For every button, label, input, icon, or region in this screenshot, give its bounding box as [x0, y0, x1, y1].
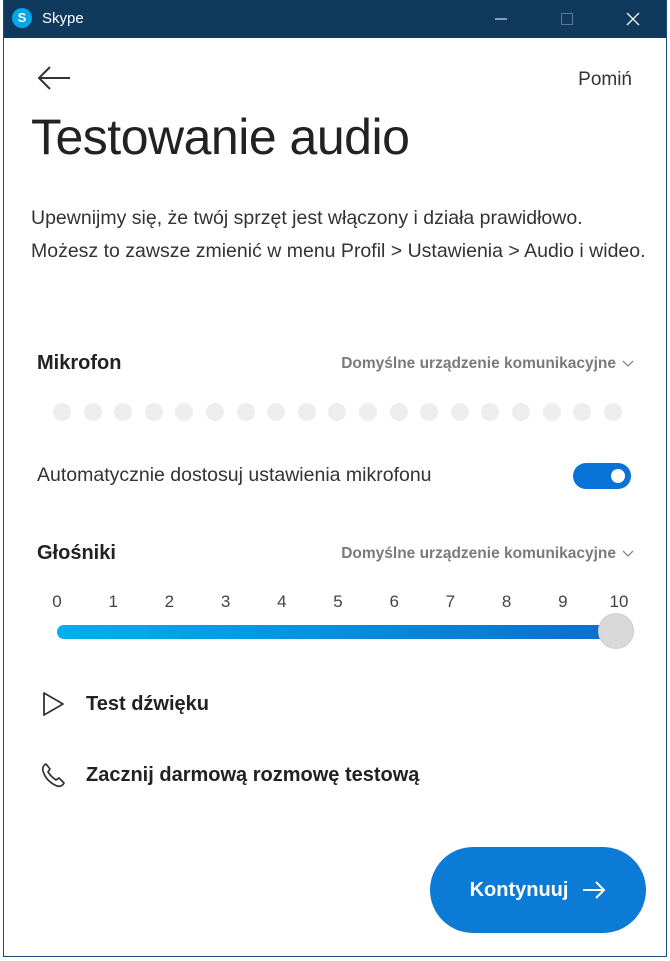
arrow-right-icon	[583, 881, 606, 899]
phone-icon	[41, 763, 65, 788]
skype-window: S Skype Pomiń Testowanie audio Upewnijmy…	[3, 0, 667, 957]
page-title: Testowanie audio	[31, 109, 410, 165]
volume-tick-label: 8	[501, 592, 512, 611]
microphone-level-meter	[53, 403, 622, 421]
speakers-label: Głośniki	[37, 542, 116, 564]
volume-tick-label: 0	[52, 592, 62, 611]
toggle-knob	[611, 469, 625, 483]
auto-adjust-label: Automatycznie dostosuj ustawienia mikrof…	[37, 464, 432, 486]
volume-tick-label: 3	[220, 592, 231, 611]
volume-slider-fill	[57, 625, 616, 639]
page-description: Upewnijmy się, że twój sprzęt jest włącz…	[31, 207, 646, 262]
chevron-down-icon	[622, 550, 634, 557]
maximize-icon	[561, 13, 573, 25]
window-title: Skype	[42, 10, 84, 27]
volume-tick-label: 5	[333, 592, 343, 611]
arrow-left-icon	[37, 66, 70, 90]
mic-level-dot	[175, 403, 194, 421]
mic-level-dot	[205, 403, 224, 421]
continue-button[interactable]: Kontynuuj	[430, 847, 646, 933]
mic-level-dot	[420, 403, 439, 421]
mic-level-dot	[389, 403, 408, 421]
skype-logo-icon: S	[12, 8, 32, 28]
volume-tick-label: 9	[558, 592, 568, 611]
close-icon	[626, 12, 640, 26]
mic-level-dot	[144, 403, 163, 421]
continue-label: Kontynuuj	[469, 878, 569, 901]
test-sound-label: Test dźwięku	[86, 692, 209, 715]
mic-level-dot	[358, 403, 377, 421]
volume-tick-label: 10	[609, 592, 629, 611]
volume-tick-label: 7	[445, 592, 456, 611]
volume-tick-label: 6	[389, 592, 399, 611]
skip-link[interactable]: Pomiń	[578, 69, 632, 91]
mic-level-dot	[267, 403, 286, 421]
mic-level-dot	[236, 403, 255, 421]
mic-level-dot	[53, 403, 71, 421]
volume-tick-label: 2	[164, 592, 175, 611]
mic-level-dot	[511, 403, 530, 421]
speakers-device-value: Domyślne urządzenie komunikacyjne	[341, 545, 616, 562]
chevron-down-icon	[622, 360, 634, 367]
volume-tick-label: 4	[277, 592, 287, 611]
play-icon	[43, 692, 64, 716]
maximize-button[interactable]	[544, 0, 590, 38]
minimize-button[interactable]	[478, 0, 524, 38]
test-call-label: Zacznij darmową rozmowę testową	[86, 763, 420, 786]
volume-tick-label: 1	[108, 592, 118, 611]
mic-level-dot	[542, 403, 561, 421]
mic-level-dot	[328, 403, 347, 421]
mic-level-dot	[297, 403, 316, 421]
mic-level-dot	[114, 403, 133, 421]
speakers-device-select[interactable]: Domyślne urządzenie komunikacyjne	[341, 545, 634, 563]
back-button[interactable]	[37, 65, 73, 91]
test-call-button[interactable]: Zacznij darmową rozmowę testową	[40, 761, 419, 789]
minimize-icon	[495, 18, 507, 20]
volume-slider-thumb[interactable]	[598, 613, 634, 649]
volume-scale: 0 1 2 3 4 5 6 7 8 9 10	[4, 592, 666, 614]
auto-adjust-toggle[interactable]	[573, 463, 631, 489]
mic-level-dot	[573, 403, 592, 421]
microphone-device-value: Domyślne urządzenie komunikacyjne	[341, 355, 616, 372]
mic-level-dot	[481, 403, 500, 421]
mic-level-dot	[603, 403, 622, 421]
mic-level-dot	[83, 403, 102, 421]
microphone-device-select[interactable]: Domyślne urządzenie komunikacyjne	[341, 355, 634, 373]
test-sound-button[interactable]: Test dźwięku	[40, 690, 209, 718]
close-button[interactable]	[610, 0, 656, 38]
title-bar: S Skype	[4, 0, 666, 38]
mic-level-dot	[450, 403, 469, 421]
volume-slider[interactable]	[57, 613, 634, 649]
microphone-label: Mikrofon	[37, 352, 122, 374]
